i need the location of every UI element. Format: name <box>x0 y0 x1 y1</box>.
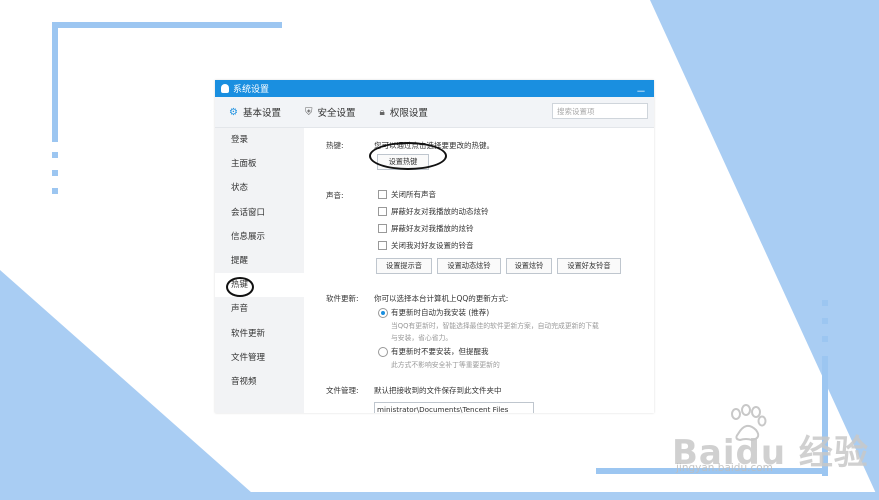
sidebar: 登录 主面板 状态 会话窗口 信息展示 提醒 热键 声音 软件更新 文件管理 音… <box>215 128 304 413</box>
radio-label: 有更新时自动为我安装 (推荐) <box>391 308 490 317</box>
sidebar-item-sound[interactable]: 声音 <box>215 297 304 321</box>
sidebar-item-file-management[interactable]: 文件管理 <box>215 346 304 370</box>
decor-dot <box>822 336 828 342</box>
search-input[interactable]: 搜索设置项 <box>552 103 648 119</box>
set-notification-sound-button[interactable]: 设置提示音 <box>376 258 432 274</box>
decor-dot <box>52 152 58 158</box>
window-title: 系统设置 <box>233 85 270 95</box>
lock-icon: 🔒︎ <box>379 106 385 118</box>
title-bar: 系统设置 － <box>215 80 654 98</box>
sidebar-item-main-panel[interactable]: 主面板 <box>215 152 304 176</box>
sidebar-item-login[interactable]: 登录 <box>215 128 304 152</box>
disable-friend-ringtone-checkbox[interactable] <box>378 241 387 250</box>
notify-only-radio[interactable] <box>378 347 388 357</box>
tab-label: 基本设置 <box>242 108 281 119</box>
tab-security-settings[interactable]: ⛨ 安全设置 <box>304 105 356 120</box>
hand-drawn-circle <box>226 277 254 298</box>
tab-permission-settings[interactable]: 🔒︎ 权限设置 <box>379 105 428 120</box>
settings-window: 系统设置 － ⚙ 基本设置 ⛨ 安全设置 🔒︎ 权限设置 搜索设置项 登录 主面… <box>215 80 654 413</box>
sidebar-item-chat-window[interactable]: 会话窗口 <box>215 201 304 225</box>
checkbox-label: 关闭所有声音 <box>391 190 436 199</box>
file-management-label: 文件管理: <box>326 386 359 395</box>
sidebar-item-status[interactable]: 状态 <box>215 176 304 200</box>
sidebar-item-reminder[interactable]: 提醒 <box>215 249 304 273</box>
watermark-url: jingyan.baidu.com <box>676 462 773 474</box>
decor-dot <box>52 188 58 194</box>
hand-drawn-ellipse <box>369 142 447 170</box>
radio-label: 有更新时不要安装，但提醒我 <box>391 347 489 356</box>
option-description: 此方式不影响安全补丁等重要更新的 <box>391 361 500 369</box>
tab-basic-settings[interactable]: ⚙ 基本设置 <box>229 105 281 120</box>
checkbox-label: 关闭我对好友设置的铃音 <box>391 241 474 250</box>
checkbox-label: 屏蔽好友对我播放的动态炫铃 <box>391 207 489 216</box>
file-path-input[interactable]: ministrator\Documents\Tencent Files <box>374 402 534 413</box>
block-ringtone-checkbox[interactable] <box>378 224 387 233</box>
minimize-button[interactable]: － <box>636 83 646 98</box>
set-friend-ringtone-button[interactable]: 设置好友铃音 <box>557 258 621 274</box>
tab-label: 权限设置 <box>389 108 428 119</box>
sound-label: 声音: <box>326 191 344 200</box>
sidebar-item-software-update[interactable]: 软件更新 <box>215 322 304 346</box>
hotkey-label: 热键: <box>326 141 344 150</box>
sidebar-item-info-display[interactable]: 信息展示 <box>215 225 304 249</box>
decor-dot <box>52 170 58 176</box>
update-description: 你可以选择本台计算机上QQ的更新方式: <box>374 294 509 303</box>
decor-dot <box>822 300 828 306</box>
checkbox-label: 屏蔽好友对我播放的炫铃 <box>391 224 474 233</box>
tab-bar: ⚙ 基本设置 ⛨ 安全设置 🔒︎ 权限设置 搜索设置项 <box>215 97 654 128</box>
auto-install-radio[interactable] <box>378 308 388 318</box>
file-description: 默认把接收到的文件保存到此文件夹中 <box>374 386 502 395</box>
sidebar-item-audio-video[interactable]: 音视频 <box>215 370 304 394</box>
tab-label: 安全设置 <box>317 108 356 119</box>
set-ringtone-button[interactable]: 设置炫铃 <box>506 258 552 274</box>
shield-icon: ⛨ <box>304 106 313 118</box>
decor-dot <box>822 318 828 324</box>
mute-all-checkbox[interactable] <box>378 190 387 199</box>
software-update-label: 软件更新: <box>326 294 359 303</box>
sidebar-item-hotkey[interactable]: 热键 <box>215 273 304 298</box>
settings-content: 热键: 您可以通过点击选择要更改的热键。 设置热键 声音: 关闭所有声音 屏蔽好… <box>304 128 654 413</box>
block-dynamic-ringtone-checkbox[interactable] <box>378 207 387 216</box>
gear-icon: ⚙ <box>229 106 238 118</box>
decor-line <box>52 22 282 28</box>
option-description: 与安装，省心省力。 <box>391 334 453 342</box>
option-description: 当QQ有更新时，智能选择最佳的软件更新方案，自动完成更新的下载 <box>391 322 599 330</box>
set-dynamic-ringtone-button[interactable]: 设置动态炫铃 <box>437 258 501 274</box>
decor-line <box>52 22 58 142</box>
bottom-strip <box>0 492 879 500</box>
qq-logo-icon <box>221 84 229 93</box>
